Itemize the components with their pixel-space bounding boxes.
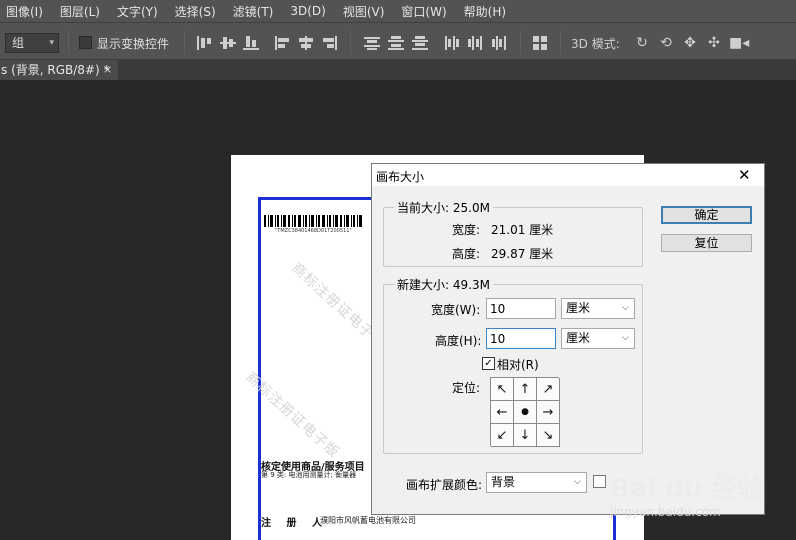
anchor-center-button[interactable]: ● [514, 401, 537, 424]
current-width-label: 宽度: [452, 223, 481, 237]
distribute-vcenter-icon[interactable] [388, 36, 404, 50]
distribute-left-icon[interactable] [444, 36, 460, 50]
new-width-label: 宽度(W): [431, 303, 481, 317]
menu-view[interactable]: 视图(V) [343, 3, 385, 20]
current-height-label: 高度: [452, 247, 481, 261]
toolbar-divider [560, 31, 561, 55]
toolbar-divider [520, 31, 521, 55]
menu-select[interactable]: 选择(S) [175, 3, 216, 20]
dialog-titlebar[interactable]: 画布大小 ✕ [372, 164, 764, 186]
new-height-label: 高度(H): [435, 334, 482, 348]
menu-window[interactable]: 窗口(W) [401, 3, 446, 20]
anchor-label: 定位: [452, 381, 481, 395]
chevron-down-icon: ⌵ [574, 477, 581, 487]
anchor-bottom-left-button[interactable]: ↙ [491, 424, 514, 447]
toolbar-divider [184, 31, 185, 55]
dialog-title: 画布大小 [376, 170, 425, 184]
barcode-number: "TMZC38401468D01T200511" [275, 228, 352, 234]
menu-3d[interactable]: 3D(D) [290, 4, 325, 18]
menu-filter[interactable]: 滤镜(T) [233, 3, 274, 20]
ok-button[interactable]: 确定 [661, 206, 752, 224]
current-size-legend: 当前大小: 25.0M [397, 201, 490, 215]
anchor-top-left-button[interactable]: ↖ [491, 378, 514, 401]
barcode-image [264, 215, 362, 227]
relative-checkbox[interactable]: ✓ [482, 357, 495, 370]
options-bar: 组 ▾ 显示变换控件 3D 模式: ↻ ⟲ ✥ ✣ ■◂ [0, 22, 796, 60]
width-unit-value: 厘米 [566, 301, 591, 315]
new-width-input[interactable] [486, 298, 556, 319]
registrant-value: 濮阳市风帆蓄电池有限公司 [320, 516, 416, 525]
anchor-top-button[interactable]: ↑ [514, 378, 537, 401]
mode-3d-label: 3D 模式: [571, 37, 620, 51]
registrant-label: 注 册 人 [261, 518, 328, 529]
show-transform-checkbox[interactable] [79, 36, 92, 49]
menu-layer[interactable]: 图层(L) [60, 3, 100, 20]
menu-bar: 图像(I) 图层(L) 文字(Y) 选择(S) 滤镜(T) 3D(D) 视图(V… [0, 0, 796, 22]
current-height-value: 29.87 厘米 [491, 247, 554, 261]
distribute-bottom-icon[interactable] [412, 36, 428, 50]
toolbar-divider [350, 31, 351, 55]
goods-class-line: 第 9 类: 电池用测量计; 衡量器 [261, 471, 357, 479]
extension-color-swatch[interactable] [593, 475, 606, 488]
extension-color-label: 画布扩展颜色: [406, 478, 483, 492]
document-tab-bar: s (背景, RGB/8#) * × [0, 60, 796, 80]
align-right-icon[interactable] [321, 36, 337, 50]
align-top-icon[interactable] [197, 36, 213, 50]
align-bottom-icon[interactable] [243, 36, 259, 50]
close-icon[interactable]: ✕ [738, 166, 751, 184]
rotate-3d-icon[interactable]: ↻ [633, 34, 651, 52]
menu-type[interactable]: 文字(Y) [117, 3, 158, 20]
document-tab-title: s (背景, RGB/8#) * [1, 63, 110, 77]
new-size-legend: 新建大小: 49.3M [397, 278, 490, 292]
chevron-down-icon: ⌵ [622, 303, 629, 313]
menu-help[interactable]: 帮助(H) [464, 3, 506, 20]
align-left-icon[interactable] [275, 36, 291, 50]
menu-image[interactable]: 图像(I) [6, 3, 43, 20]
anchor-right-button[interactable]: → [537, 401, 560, 424]
chevron-down-icon: ▾ [49, 38, 54, 48]
show-transform-label: 显示变换控件 [97, 37, 170, 51]
slide-3d-icon[interactable]: ✣ [705, 34, 723, 52]
anchor-bottom-right-button[interactable]: ↘ [537, 424, 560, 447]
anchor-left-button[interactable]: ← [491, 401, 514, 424]
anchor-grid: ↖ ↑ ↗ ← ● → ↙ ↓ ↘ [490, 377, 560, 447]
anchor-bottom-button[interactable]: ↓ [514, 424, 537, 447]
current-width-value: 21.01 厘米 [491, 223, 554, 237]
height-unit-select[interactable]: 厘米 ⌵ [561, 328, 635, 349]
extension-color-value: 背景 [491, 475, 516, 489]
width-unit-select[interactable]: 厘米 ⌵ [561, 298, 635, 319]
chevron-down-icon: ⌵ [622, 333, 629, 343]
anchor-top-right-button[interactable]: ↗ [537, 378, 560, 401]
reset-button[interactable]: 复位 [661, 234, 752, 252]
toolbar-divider [68, 31, 69, 55]
video-camera-icon[interactable]: ■◂ [729, 34, 749, 52]
align-hcenter-icon[interactable] [298, 36, 314, 50]
distribute-top-icon[interactable] [364, 36, 380, 50]
relative-label: 相对(R) [497, 358, 539, 372]
distribute-right-icon[interactable] [492, 36, 508, 50]
canvas-size-dialog: 画布大小 ✕ 当前大小: 25.0M 宽度: 21.01 厘米 高度: 29.8… [371, 163, 765, 515]
roll-3d-icon[interactable]: ⟲ [657, 34, 675, 52]
drag-3d-icon[interactable]: ✥ [681, 34, 699, 52]
document-tab[interactable]: s (背景, RGB/8#) * [0, 60, 118, 80]
auto-select-dropdown[interactable]: 组 ▾ [5, 33, 59, 53]
auto-align-layers-icon[interactable] [533, 36, 549, 50]
distribute-hcenter-icon[interactable] [468, 36, 484, 50]
baidu-watermark-url: jingyan.baidu.com [610, 505, 721, 519]
auto-select-value: 组 [12, 36, 25, 50]
align-vcenter-icon[interactable] [220, 36, 236, 50]
close-icon[interactable]: × [103, 60, 112, 80]
baidu-watermark-logo: Bai du 经验 [610, 474, 764, 504]
extension-color-select[interactable]: 背景 ⌵ [486, 472, 587, 493]
new-height-input[interactable] [486, 328, 556, 349]
height-unit-value: 厘米 [566, 331, 591, 345]
